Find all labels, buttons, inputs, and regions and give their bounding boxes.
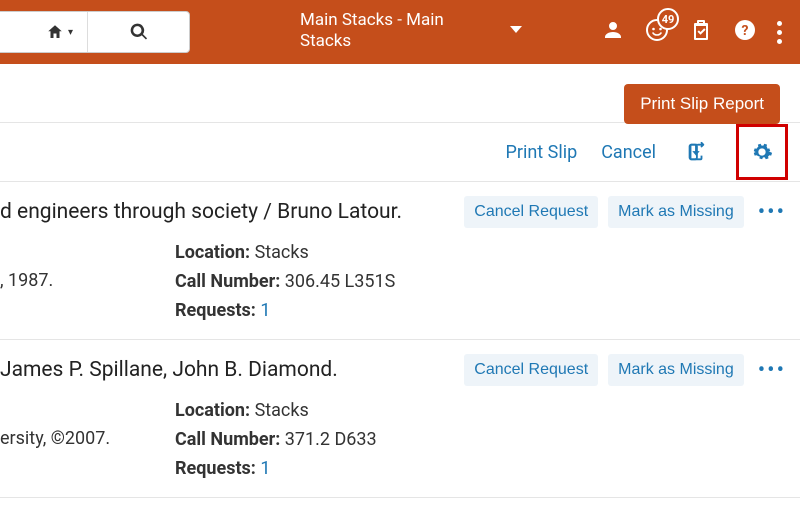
item-actions: Cancel Request Mark as Missing ••• [464, 196, 790, 228]
cancel-request-button[interactable]: Cancel Request [464, 196, 598, 228]
notifications-button[interactable]: 49 [645, 18, 669, 46]
item-requests-row: Requests: 1 [175, 458, 377, 479]
location-label: Location: [175, 242, 250, 263]
header-right: 49 ? [601, 0, 800, 64]
item-callnumber: 306.45 L351S [285, 271, 396, 292]
chevron-down-icon [510, 26, 522, 33]
request-item: d engineers through society / Bruno Lato… [0, 182, 800, 340]
caret-down-icon: ▾ [68, 27, 73, 38]
item-publication: , 1987. [0, 270, 175, 291]
print-slip-link[interactable]: Print Slip [506, 142, 578, 163]
mark-missing-button[interactable]: Mark as Missing [608, 354, 744, 386]
mark-missing-button[interactable]: Mark as Missing [608, 196, 744, 228]
request-item: James P. Spillane, John B. Diamond. ersi… [0, 340, 800, 498]
user-icon [601, 18, 625, 42]
location-label: Location: [175, 400, 250, 421]
gear-icon [751, 141, 773, 163]
export-button[interactable] [680, 136, 712, 168]
more-horizontal-icon: ••• [758, 200, 786, 225]
more-vertical-icon [777, 21, 782, 44]
settings-button[interactable] [736, 124, 788, 180]
tasks-button[interactable] [689, 18, 713, 46]
item-requests-count[interactable]: 1 [260, 300, 270, 321]
item-more-button[interactable]: ••• [754, 358, 790, 383]
item-more-button[interactable]: ••• [754, 200, 790, 225]
help-icon: ? [733, 18, 757, 42]
item-location-row: Location: Stacks [175, 242, 395, 263]
user-button[interactable] [601, 18, 625, 46]
callnumber-label: Call Number: [175, 271, 280, 292]
location-selector[interactable]: Main Stacks - Main Stacks [300, 10, 460, 53]
search-button[interactable] [88, 12, 189, 52]
item-location-row: Location: Stacks [175, 400, 377, 421]
top-actions: Print Slip Report [0, 64, 800, 122]
overflow-menu-button[interactable] [777, 21, 782, 44]
home-icon [46, 23, 64, 41]
item-location: Stacks [255, 242, 309, 263]
item-callnumber-row: Call Number: 371.2 D633 [175, 429, 377, 450]
cancel-link[interactable]: Cancel [601, 142, 656, 163]
clipboard-check-icon [689, 18, 713, 42]
app-header: ▾ Main Stacks - Main Stacks 49 ? [0, 0, 800, 64]
location-text: Main Stacks - Main Stacks [300, 10, 460, 53]
cancel-request-button[interactable]: Cancel Request [464, 354, 598, 386]
list-toolbar: Print Slip Cancel [0, 122, 800, 182]
item-location: Stacks [255, 400, 309, 421]
print-slip-report-button[interactable]: Print Slip Report [624, 84, 780, 124]
notification-badge: 49 [657, 8, 679, 30]
requests-label: Requests: [175, 458, 256, 479]
item-callnumber-row: Call Number: 306.45 L351S [175, 271, 395, 292]
home-button[interactable]: ▾ [0, 12, 88, 52]
item-requests-count[interactable]: 1 [260, 458, 270, 479]
search-icon [129, 22, 149, 42]
item-requests-row: Requests: 1 [175, 300, 395, 321]
more-horizontal-icon: ••• [758, 358, 786, 383]
item-callnumber: 371.2 D633 [285, 429, 377, 450]
export-icon [685, 141, 707, 163]
search-cluster: ▾ [0, 11, 190, 53]
svg-text:?: ? [742, 23, 749, 39]
help-button[interactable]: ? [733, 18, 757, 46]
callnumber-label: Call Number: [175, 429, 280, 450]
requests-label: Requests: [175, 300, 256, 321]
item-publication: ersity, ©2007. [0, 428, 175, 449]
item-actions: Cancel Request Mark as Missing ••• [464, 354, 790, 386]
